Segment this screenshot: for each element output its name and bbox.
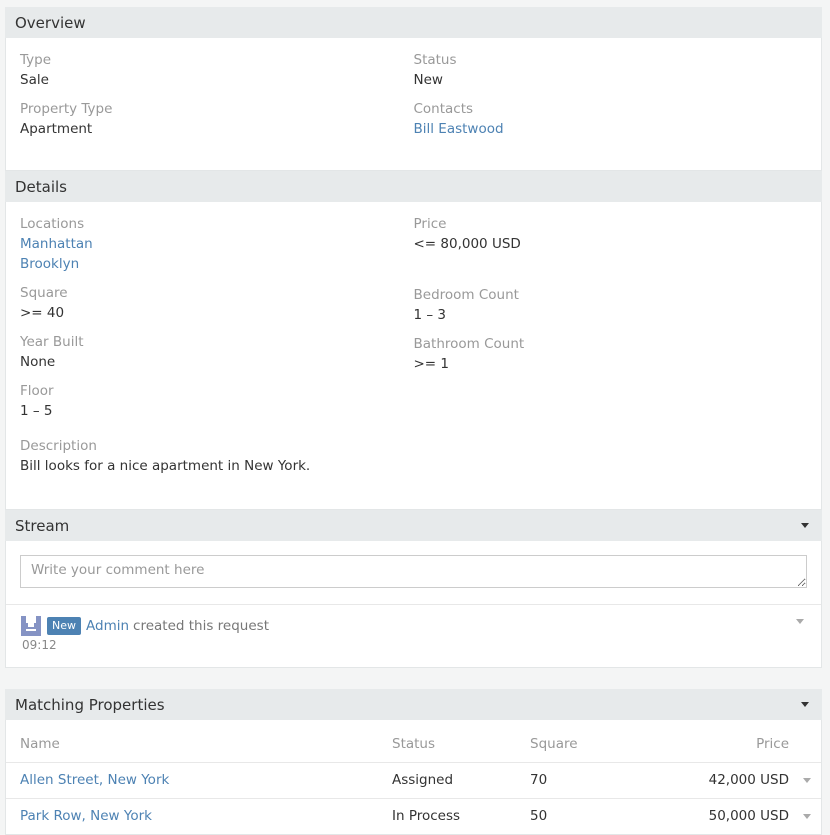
field-value: 1 – 3: [413, 307, 447, 323]
note-text: created this request: [133, 617, 269, 634]
column-header-name[interactable]: Name: [6, 720, 392, 762]
stream-title: Stream: [15, 516, 70, 535]
location-link[interactable]: Manhattan: [20, 236, 93, 252]
matching-properties-heading: Matching Properties: [5, 689, 822, 720]
field-square: Square >= 40: [20, 283, 414, 323]
field-year-built: Year Built None: [20, 332, 414, 372]
cell-status: Assigned: [392, 761, 530, 798]
stream-panel-heading: Stream: [5, 510, 822, 541]
field-bedroom-count: Bedroom Count 1 – 3: [414, 285, 808, 325]
field-label: Type: [20, 52, 52, 68]
field-value: 1 – 5: [20, 403, 53, 419]
field-value: Bill looks for a nice apartment in New Y…: [20, 458, 311, 474]
note-timestamp: 09:12: [22, 638, 57, 652]
field-value: >= 40: [20, 305, 65, 321]
field-value: Apartment: [20, 121, 93, 137]
field-bathroom-count: Bathroom Count >= 1: [414, 334, 808, 374]
field-property-type: Property Type Apartment: [20, 99, 414, 139]
matching-properties-title: Matching Properties: [15, 695, 165, 714]
location-link[interactable]: Brooklyn: [20, 256, 79, 272]
field-label: Square: [20, 285, 68, 301]
table-row: Park Row, New York In Process 50 50,000 …: [6, 797, 821, 834]
field-label: Year Built: [20, 334, 84, 350]
details-panel-heading: Details: [5, 171, 822, 202]
row-actions-caret-icon[interactable]: [803, 813, 811, 819]
stream-panel: Stream New Admin created this: [5, 510, 822, 668]
field-value: Sale: [20, 72, 49, 88]
details-panel: Details Locations Manhattan Brooklyn Squ…: [5, 171, 822, 510]
note-user-link[interactable]: Admin: [86, 618, 129, 634]
field-label: Status: [413, 52, 457, 68]
overview-title: Overview: [15, 13, 86, 32]
field-value: <= 80,000 USD: [413, 236, 521, 252]
property-link[interactable]: Park Row, New York: [20, 808, 152, 824]
column-header-status[interactable]: Status: [392, 720, 530, 762]
field-label: Bathroom Count: [413, 336, 525, 352]
matching-properties-table: Name Status Square Price Allen Street, N…: [6, 720, 821, 834]
field-label: Description: [20, 438, 97, 454]
column-header-price[interactable]: Price: [660, 720, 793, 762]
field-description: Description Bill looks for a nice apartm…: [20, 436, 807, 476]
overview-panel-heading: Overview: [5, 7, 822, 38]
cell-price: 42,000 USD: [660, 761, 793, 798]
field-label: Floor: [20, 383, 54, 399]
field-value: >= 1: [413, 356, 450, 372]
field-floor: Floor 1 – 5: [20, 381, 414, 421]
cell-price: 50,000 USD: [660, 797, 793, 834]
row-actions-caret-icon[interactable]: [803, 777, 811, 783]
record-detail-page: Overview Type Sale Property Type Apartme…: [5, 7, 822, 835]
field-label: Locations: [20, 216, 85, 232]
field-status: Status New: [414, 50, 808, 90]
field-label: Property Type: [20, 101, 113, 117]
note-menu-caret-icon[interactable]: [796, 619, 804, 624]
stream-menu-caret-icon[interactable]: [801, 523, 809, 528]
matching-properties-panel: Matching Properties Name Status Square P…: [5, 689, 822, 835]
comment-input[interactable]: [20, 555, 807, 588]
overview-panel: Overview Type Sale Property Type Apartme…: [5, 7, 822, 171]
table-row: Allen Street, New York Assigned 70 42,00…: [6, 761, 821, 798]
field-label: Bedroom Count: [413, 287, 519, 303]
stream-note: New Admin created this request 09:12: [6, 605, 821, 667]
field-locations: Locations Manhattan Brooklyn: [20, 214, 414, 274]
field-label: Price: [413, 216, 447, 232]
cell-square: 70: [530, 761, 660, 798]
field-contacts: Contacts Bill Eastwood: [414, 99, 808, 139]
contact-link[interactable]: Bill Eastwood: [414, 121, 504, 137]
field-value: None: [20, 354, 56, 370]
field-label: Contacts: [413, 101, 474, 117]
field-type: Type Sale: [20, 50, 414, 90]
column-header-square[interactable]: Square: [530, 720, 660, 762]
cell-status: In Process: [392, 797, 530, 834]
field-value: New: [413, 72, 443, 88]
field-price: Price <= 80,000 USD: [414, 214, 808, 276]
cell-square: 50: [530, 797, 660, 834]
details-title: Details: [15, 177, 68, 196]
avatar-icon: [21, 615, 41, 636]
status-badge: New: [47, 616, 81, 635]
matching-menu-caret-icon[interactable]: [801, 702, 809, 707]
property-link[interactable]: Allen Street, New York: [20, 772, 169, 788]
